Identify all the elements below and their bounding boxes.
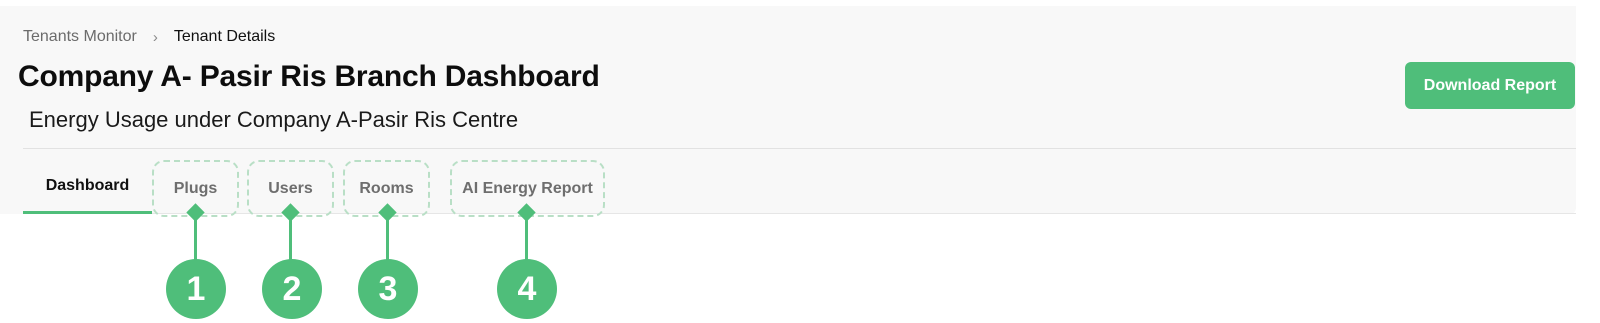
callout-line-1 bbox=[194, 212, 197, 262]
breadcrumb: Tenants Monitor › Tenant Details bbox=[23, 28, 275, 46]
tab-dashboard[interactable]: Dashboard bbox=[23, 160, 152, 214]
breadcrumb-current: Tenant Details bbox=[173, 28, 276, 45]
chevron-right-icon: › bbox=[152, 28, 158, 46]
page-subtitle: Energy Usage under Company A-Pasir Ris C… bbox=[29, 107, 519, 132]
page-title: Company A- Pasir Ris Branch Dashboard bbox=[18, 60, 600, 93]
callout-line-3 bbox=[386, 212, 389, 262]
breadcrumb-tenants-monitor[interactable]: Tenants Monitor bbox=[23, 28, 137, 46]
callout-badge-4: 4 bbox=[497, 259, 557, 319]
callout-badge-2: 2 bbox=[262, 259, 322, 319]
callout-line-4 bbox=[525, 212, 528, 262]
download-report-button[interactable]: Download Report bbox=[1405, 62, 1575, 109]
callout-line-2 bbox=[289, 212, 292, 262]
divider bbox=[23, 148, 1576, 149]
callout-badge-3: 3 bbox=[358, 259, 418, 319]
callout-badge-1: 1 bbox=[166, 259, 226, 319]
